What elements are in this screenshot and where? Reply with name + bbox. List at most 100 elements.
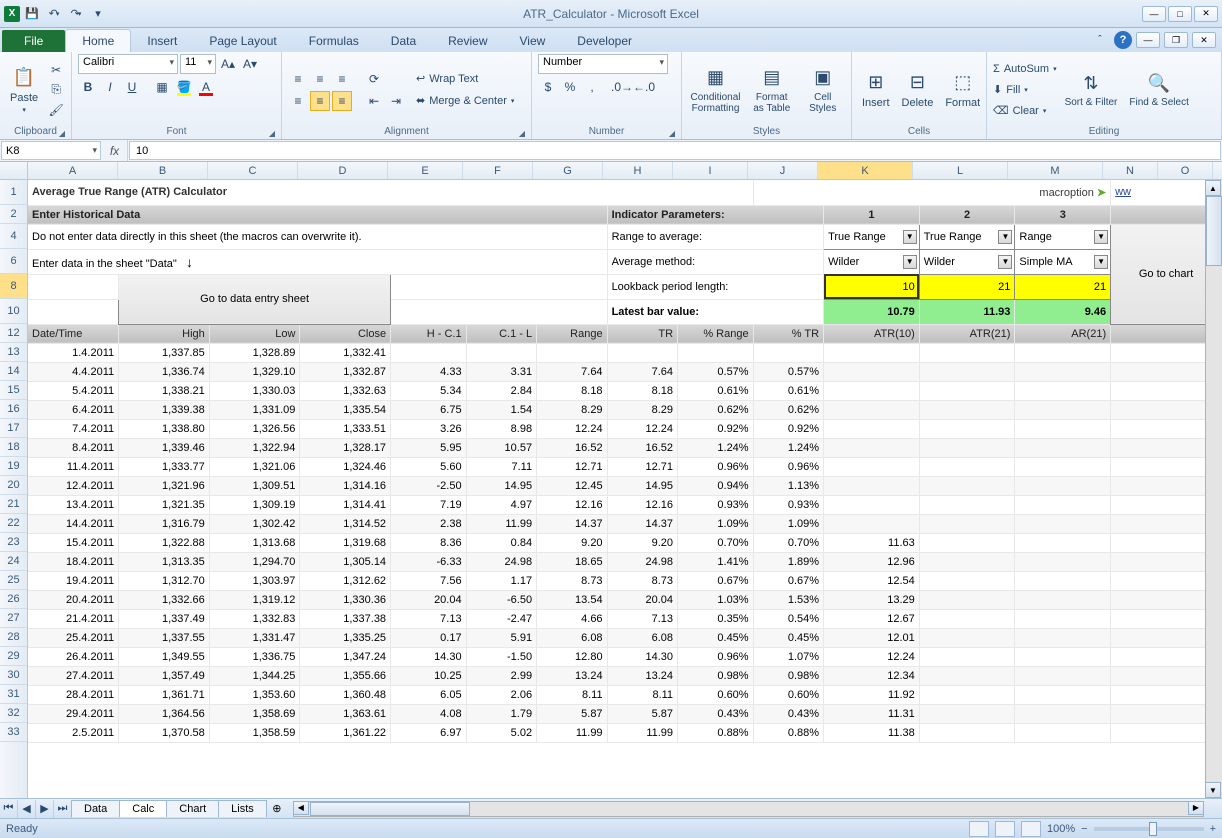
cell[interactable]: 1,360.48 xyxy=(300,685,391,704)
sheet-tab-calc[interactable]: Calc xyxy=(119,800,167,817)
cell[interactable]: 0.35% xyxy=(678,609,754,628)
cell[interactable]: 0.61% xyxy=(678,381,754,400)
cell[interactable]: 12.45 xyxy=(537,476,607,495)
cell[interactable] xyxy=(919,685,1015,704)
cell[interactable]: 1,331.47 xyxy=(209,628,300,647)
cell[interactable] xyxy=(919,533,1015,552)
cell[interactable]: 5.87 xyxy=(607,704,677,723)
cell[interactable]: 29.4.2011 xyxy=(28,704,119,723)
dropdown-arrow-icon[interactable]: ▼ xyxy=(903,255,917,269)
cell[interactable]: 0.98% xyxy=(678,666,754,685)
cell[interactable]: 5.60 xyxy=(391,457,467,476)
lookback-input-1[interactable]: 10 xyxy=(824,274,920,299)
cell[interactable]: 12.54 xyxy=(824,571,920,590)
tab-insert[interactable]: Insert xyxy=(131,30,193,52)
cell[interactable]: 12.80 xyxy=(537,647,607,666)
cell[interactable] xyxy=(1015,343,1111,362)
zoom-out-icon[interactable]: − xyxy=(1081,823,1087,835)
workbook-restore-button[interactable]: ❐ xyxy=(1164,32,1188,48)
cell[interactable]: 1,347.24 xyxy=(300,647,391,666)
cell[interactable]: 12.71 xyxy=(537,457,607,476)
cell[interactable]: 4.08 xyxy=(391,704,467,723)
cell[interactable] xyxy=(753,343,823,362)
cell[interactable]: 1,328.89 xyxy=(209,343,300,362)
cell[interactable]: 27.4.2011 xyxy=(28,666,119,685)
row-header-25[interactable]: 25 xyxy=(0,571,27,590)
format-painter-icon[interactable]: 🖌 xyxy=(46,101,66,119)
cell[interactable]: 1,349.55 xyxy=(119,647,210,666)
cell[interactable]: 1.89% xyxy=(753,552,823,571)
cell[interactable]: 5.4.2011 xyxy=(28,381,119,400)
cell[interactable] xyxy=(1015,647,1111,666)
cell[interactable] xyxy=(824,381,920,400)
cell[interactable] xyxy=(824,400,920,419)
cell[interactable] xyxy=(919,476,1015,495)
redo-icon[interactable]: ↷▾ xyxy=(66,4,86,24)
row-header-10[interactable]: 10 xyxy=(0,299,27,324)
cell[interactable] xyxy=(1015,381,1111,400)
row-header-19[interactable]: 19 xyxy=(0,457,27,476)
cell[interactable]: 0.62% xyxy=(678,400,754,419)
col-header-M[interactable]: M xyxy=(1008,162,1103,179)
cell[interactable]: 0.92% xyxy=(678,419,754,438)
cell[interactable]: 1,332.83 xyxy=(209,609,300,628)
cell[interactable]: 1,313.68 xyxy=(209,533,300,552)
cell[interactable]: 11.99 xyxy=(607,723,677,742)
row-header-12[interactable]: 12 xyxy=(0,324,27,343)
minimize-ribbon-icon[interactable]: ˆ xyxy=(1090,30,1110,50)
cell[interactable]: 1,321.35 xyxy=(119,495,210,514)
new-sheet-icon[interactable]: ⊕ xyxy=(267,802,287,815)
cell[interactable]: 12.01 xyxy=(824,628,920,647)
cell[interactable]: 5.02 xyxy=(466,723,536,742)
zoom-in-icon[interactable]: + xyxy=(1210,823,1216,835)
cell[interactable] xyxy=(919,647,1015,666)
cell[interactable] xyxy=(824,438,920,457)
cell[interactable]: 1,319.68 xyxy=(300,533,391,552)
cell[interactable]: 6.97 xyxy=(391,723,467,742)
tab-data[interactable]: Data xyxy=(375,30,432,52)
cell[interactable]: 13.4.2011 xyxy=(28,495,119,514)
name-box[interactable]: K8 xyxy=(1,141,101,160)
format-table-button[interactable]: ▤Format as Table xyxy=(747,64,796,116)
cell[interactable]: 13.29 xyxy=(824,590,920,609)
lookback-input-3[interactable]: 21 xyxy=(1015,274,1111,299)
cell[interactable]: 0.67% xyxy=(753,571,823,590)
cell[interactable]: 3.31 xyxy=(466,362,536,381)
cell[interactable]: 7.13 xyxy=(391,609,467,628)
insert-cells-button[interactable]: ⊞Insert xyxy=(858,69,894,111)
cell[interactable] xyxy=(919,666,1015,685)
cell[interactable]: 1,330.03 xyxy=(209,381,300,400)
align-middle-icon[interactable]: ≡ xyxy=(310,69,330,89)
cell-styles-button[interactable]: ▣Cell Styles xyxy=(800,64,845,116)
cell[interactable]: 1,337.49 xyxy=(119,609,210,628)
cell[interactable]: 7.11 xyxy=(466,457,536,476)
cell[interactable] xyxy=(466,343,536,362)
cell[interactable]: 1.53% xyxy=(753,590,823,609)
col-header-K[interactable]: K xyxy=(818,162,913,179)
cell[interactable]: 15.4.2011 xyxy=(28,533,119,552)
sheet-tab-data[interactable]: Data xyxy=(71,800,120,817)
increase-decimal-icon[interactable]: .0→ xyxy=(612,77,632,97)
cells-area[interactable]: Average True Range (ATR) Calculatormacro… xyxy=(28,180,1222,798)
cell[interactable]: 0.62% xyxy=(753,400,823,419)
row-header-23[interactable]: 23 xyxy=(0,533,27,552)
cell[interactable]: 1,322.94 xyxy=(209,438,300,457)
cell[interactable] xyxy=(919,419,1015,438)
cell[interactable]: 1,370.58 xyxy=(119,723,210,742)
cell[interactable]: 1,333.77 xyxy=(119,457,210,476)
cell[interactable]: 8.98 xyxy=(466,419,536,438)
cell[interactable]: 1.41% xyxy=(678,552,754,571)
border-icon[interactable]: ▦ xyxy=(152,77,172,97)
cell[interactable]: 4.97 xyxy=(466,495,536,514)
row-header-8[interactable]: 8 xyxy=(0,274,27,299)
cell[interactable]: 1,361.22 xyxy=(300,723,391,742)
font-color-icon[interactable]: A xyxy=(196,77,216,97)
workbook-minimize-button[interactable]: — xyxy=(1136,32,1160,48)
cell[interactable]: 1,313.35 xyxy=(119,552,210,571)
normal-view-icon[interactable] xyxy=(969,821,989,837)
cell[interactable]: 13.24 xyxy=(537,666,607,685)
cell[interactable]: 8.73 xyxy=(537,571,607,590)
tab-formulas[interactable]: Formulas xyxy=(293,30,375,52)
maximize-button[interactable]: □ xyxy=(1168,6,1192,22)
col-header-B[interactable]: B xyxy=(118,162,208,179)
